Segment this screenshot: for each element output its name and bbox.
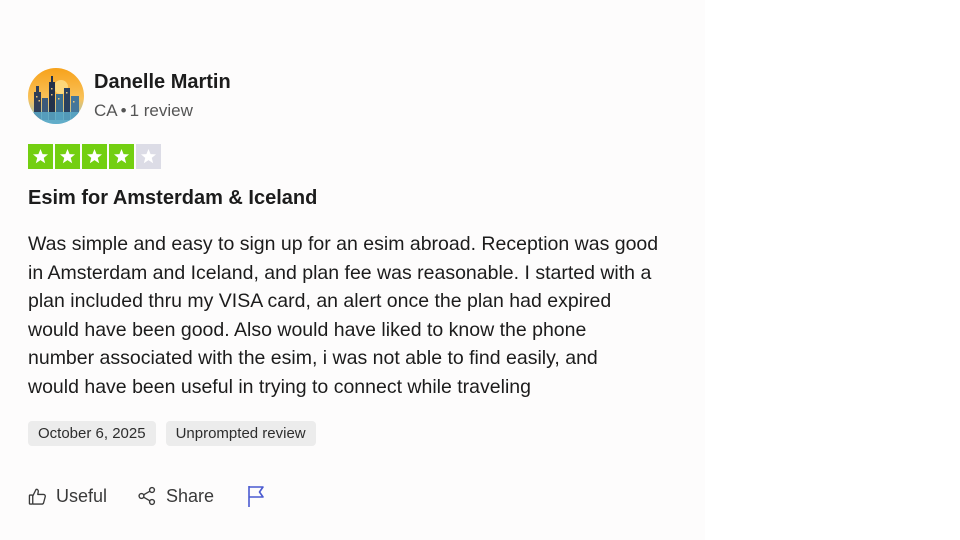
review-body-line: number associated with the esim, i was n… bbox=[28, 347, 598, 369]
reviewer-meta: CA • 1 review bbox=[94, 99, 231, 123]
reviewer-country: CA bbox=[94, 101, 118, 120]
star-filled bbox=[28, 144, 53, 169]
thumbs-up-icon bbox=[28, 487, 47, 506]
reviewer-info: Danelle Martin CA • 1 review bbox=[94, 68, 231, 123]
review-body-line: would have been good. Also would have li… bbox=[28, 318, 587, 341]
star-filled bbox=[82, 144, 107, 169]
star-empty bbox=[136, 144, 161, 169]
star-rating bbox=[28, 144, 161, 169]
city-skyline-avatar-icon bbox=[28, 68, 84, 124]
star-filled bbox=[55, 144, 80, 169]
avatar[interactable] bbox=[28, 68, 84, 124]
review-actions: Useful Share bbox=[28, 484, 266, 508]
review-body-line: in Amsterdam and Iceland, and plan fee w… bbox=[28, 261, 652, 284]
review-title: Esim for Amsterdam & Iceland bbox=[28, 187, 318, 209]
review-type-badge[interactable]: Unprompted review bbox=[165, 421, 316, 446]
useful-label: Useful bbox=[56, 485, 108, 506]
share-button[interactable]: Share bbox=[137, 486, 214, 507]
review-body-line: would have been useful in trying to conn… bbox=[28, 375, 531, 398]
share-icon bbox=[137, 486, 157, 506]
review-body: Was simple and easy to sign up for an es… bbox=[28, 230, 708, 401]
reviewer-review-count: 1 review bbox=[129, 101, 193, 120]
review-tags: October 6, 2025 Unprompted review bbox=[28, 421, 316, 446]
flag-icon bbox=[246, 484, 266, 508]
star-filled bbox=[109, 144, 134, 169]
reviewer-header: Danelle Martin CA • 1 review bbox=[28, 68, 231, 124]
report-button[interactable] bbox=[246, 484, 266, 508]
share-label: Share bbox=[166, 485, 215, 506]
review-body-line: plan included thru my VISA card, an aler… bbox=[28, 290, 612, 312]
useful-button[interactable]: Useful bbox=[28, 486, 107, 507]
meta-separator: • bbox=[120, 101, 127, 120]
review-body-line: Was simple and easy to sign up for an es… bbox=[28, 233, 659, 255]
review-card: Danelle Martin CA • 1 review Esim for Amst… bbox=[0, 0, 705, 540]
review-date-badge: October 6, 2025 bbox=[28, 421, 156, 446]
reviewer-name[interactable]: Danelle Martin bbox=[94, 69, 231, 95]
